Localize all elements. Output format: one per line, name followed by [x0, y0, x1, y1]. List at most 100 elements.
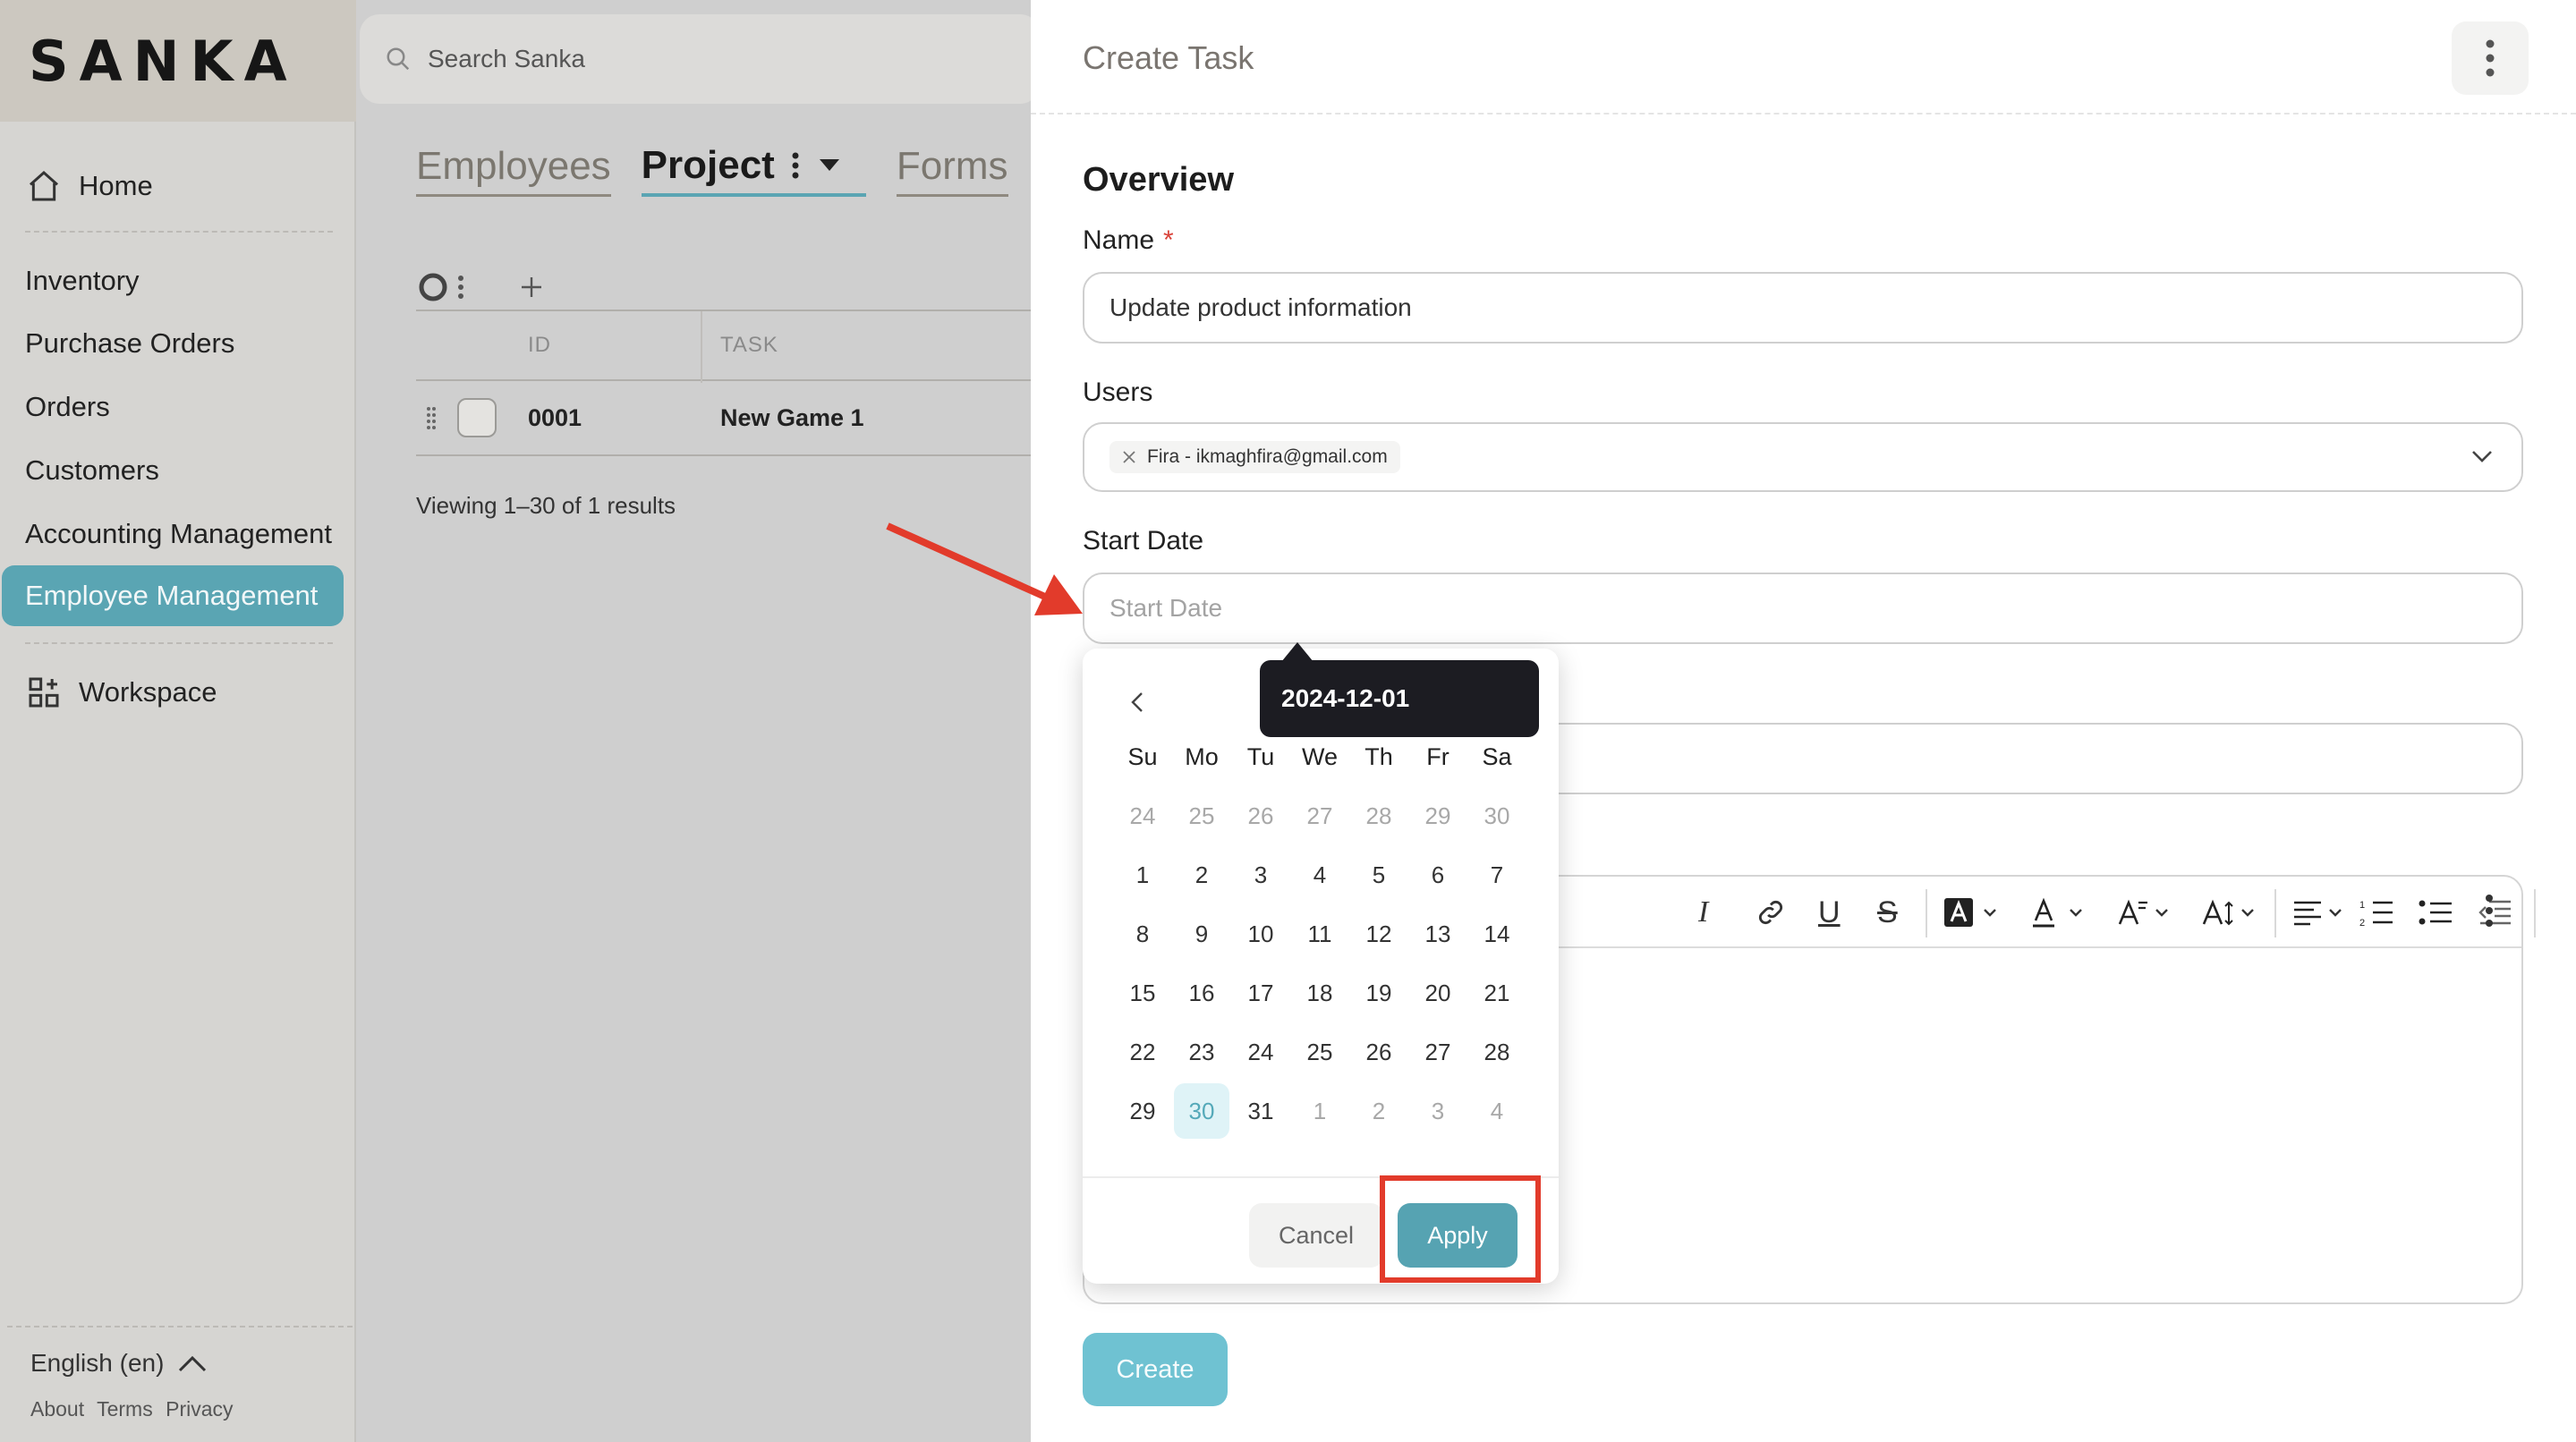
sidebar-item-inventory[interactable]: Inventory: [25, 254, 140, 308]
sidebar-item-employee-management[interactable]: Employee Management: [2, 565, 344, 626]
align-icon[interactable]: [2292, 893, 2351, 932]
panel-title: Create Task: [1083, 39, 1254, 76]
privacy-link[interactable]: Privacy: [166, 1397, 233, 1421]
calendar-day[interactable]: 14: [1469, 906, 1525, 962]
text-color-icon[interactable]: [2029, 893, 2088, 932]
bullet-list-icon[interactable]: [2418, 893, 2453, 932]
calendar-day[interactable]: 2: [1351, 1083, 1407, 1139]
kebab-icon[interactable]: [791, 151, 800, 180]
calendar-day[interactable]: 8: [1115, 906, 1170, 962]
calendar-day[interactable]: 3: [1233, 847, 1288, 903]
sidebar-item-purchase-orders[interactable]: Purchase Orders: [25, 317, 234, 370]
calendar-day[interactable]: 16: [1174, 965, 1229, 1021]
calendar-day[interactable]: 11: [1292, 906, 1348, 962]
create-button[interactable]: Create: [1083, 1333, 1228, 1406]
calendar-day[interactable]: 29: [1410, 788, 1466, 844]
calendar-day[interactable]: 2: [1174, 847, 1229, 903]
caret-down-icon[interactable]: [819, 159, 839, 172]
calendar-day[interactable]: 31: [1233, 1083, 1288, 1139]
column-header-id[interactable]: ID: [528, 333, 551, 358]
calendar-day[interactable]: 27: [1292, 788, 1348, 844]
view-options-icon[interactable]: [457, 275, 464, 300]
sidebar-item-label: Purchase Orders: [25, 327, 235, 359]
start-date-input[interactable]: Start Date: [1083, 573, 2523, 644]
calendar-day[interactable]: 26: [1233, 788, 1288, 844]
font-style-icon[interactable]: [2115, 893, 2174, 932]
highlight-color-icon[interactable]: [1943, 893, 2002, 932]
calendar-day[interactable]: 1: [1292, 1083, 1348, 1139]
underline-icon[interactable]: U: [1818, 893, 1841, 932]
sidebar-item-label: Orders: [25, 391, 110, 422]
calendar-day[interactable]: 26: [1351, 1024, 1407, 1080]
calendar-day[interactable]: 20: [1410, 965, 1466, 1021]
users-select[interactable]: Fira - ikmaghfira@gmail.com: [1083, 422, 2523, 492]
calendar-day[interactable]: 12: [1351, 906, 1407, 962]
name-field[interactable]: Update product information: [1083, 272, 2523, 344]
calendar-day[interactable]: 27: [1410, 1024, 1466, 1080]
calendar-day[interactable]: 7: [1469, 847, 1525, 903]
prev-month-button[interactable]: [1118, 683, 1158, 722]
calendar-day[interactable]: 21: [1469, 965, 1525, 1021]
tab-project[interactable]: Project: [641, 143, 866, 197]
calendar-day[interactable]: 22: [1115, 1024, 1170, 1080]
row-task[interactable]: New Game 1: [720, 404, 864, 432]
panel-menu-button[interactable]: [2452, 21, 2529, 95]
italic-icon[interactable]: I: [1698, 893, 1708, 932]
pagination-summary: Viewing 1–30 of 1 results: [416, 492, 676, 519]
sidebar-item-home[interactable]: Home: [23, 159, 153, 213]
calendar-day[interactable]: 3: [1410, 1083, 1466, 1139]
sidebar-item-orders[interactable]: Orders: [25, 380, 110, 434]
sidebar-item-accounting-management[interactable]: Accounting Management: [25, 507, 332, 561]
calendar-day[interactable]: 28: [1469, 1024, 1525, 1080]
calendar-day[interactable]: 17: [1233, 965, 1288, 1021]
row-checkbox[interactable]: [457, 398, 497, 437]
calendar-day[interactable]: 10: [1233, 906, 1288, 962]
calendar-day[interactable]: 4: [1292, 847, 1348, 903]
sidebar-divider: [25, 642, 333, 644]
calendar-day[interactable]: 5: [1351, 847, 1407, 903]
tab-employees[interactable]: Employees: [416, 144, 611, 197]
sidebar-item-label: Inventory: [25, 265, 140, 296]
language-selector[interactable]: English (en): [30, 1349, 208, 1378]
chevron-down-icon[interactable]: [2470, 444, 2495, 469]
calendar-day[interactable]: 25: [1174, 788, 1229, 844]
calendar-day[interactable]: 13: [1410, 906, 1466, 962]
calendar-day[interactable]: 1: [1115, 847, 1170, 903]
search-bar[interactable]: Search Sanka: [360, 14, 1040, 104]
calendar-day[interactable]: 24: [1115, 788, 1170, 844]
strikethrough-icon[interactable]: S: [1877, 893, 1898, 932]
annotation-arrow: [886, 522, 1083, 615]
ordered-list-icon[interactable]: 12: [2359, 893, 2394, 932]
link-icon[interactable]: [1756, 893, 1786, 932]
calendar-day[interactable]: 18: [1292, 965, 1348, 1021]
calendar-day[interactable]: 4: [1469, 1083, 1525, 1139]
editor-more-icon[interactable]: [2484, 893, 2495, 929]
cancel-button[interactable]: Cancel: [1249, 1203, 1383, 1268]
column-header-task[interactable]: TASK: [720, 333, 778, 358]
font-size-icon[interactable]: [2201, 893, 2260, 932]
calendar-day[interactable]: 30: [1469, 788, 1525, 844]
calendar-day[interactable]: 25: [1292, 1024, 1348, 1080]
calendar-day[interactable]: 9: [1174, 906, 1229, 962]
calendar-day[interactable]: 15: [1115, 965, 1170, 1021]
tab-forms[interactable]: Forms: [896, 144, 1008, 197]
terms-link[interactable]: Terms: [97, 1397, 153, 1421]
outdent-icon[interactable]: [2477, 893, 2512, 932]
calendar-day[interactable]: 30: [1174, 1083, 1229, 1139]
calendar-day[interactable]: 28: [1351, 788, 1407, 844]
table-row[interactable]: 0001 New Game 1: [416, 381, 1033, 456]
calendar-day[interactable]: 19: [1351, 965, 1407, 1021]
calendar-day[interactable]: 6: [1410, 847, 1466, 903]
calendar-day[interactable]: 24: [1233, 1024, 1288, 1080]
search-input[interactable]: Search Sanka: [428, 45, 585, 73]
view-circle-icon[interactable]: [416, 270, 450, 304]
calendar-day[interactable]: 29: [1115, 1083, 1170, 1139]
remove-chip-icon[interactable]: [1122, 450, 1136, 464]
about-link[interactable]: About: [30, 1397, 84, 1421]
brand-logo[interactable]: SANKA: [0, 0, 356, 122]
sidebar-item-customers[interactable]: Customers: [25, 444, 159, 497]
sidebar-item-workspace[interactable]: Workspace: [23, 666, 217, 719]
drag-handle-icon[interactable]: [425, 404, 438, 431]
calendar-day[interactable]: 23: [1174, 1024, 1229, 1080]
add-view-icon[interactable]: [520, 276, 543, 299]
